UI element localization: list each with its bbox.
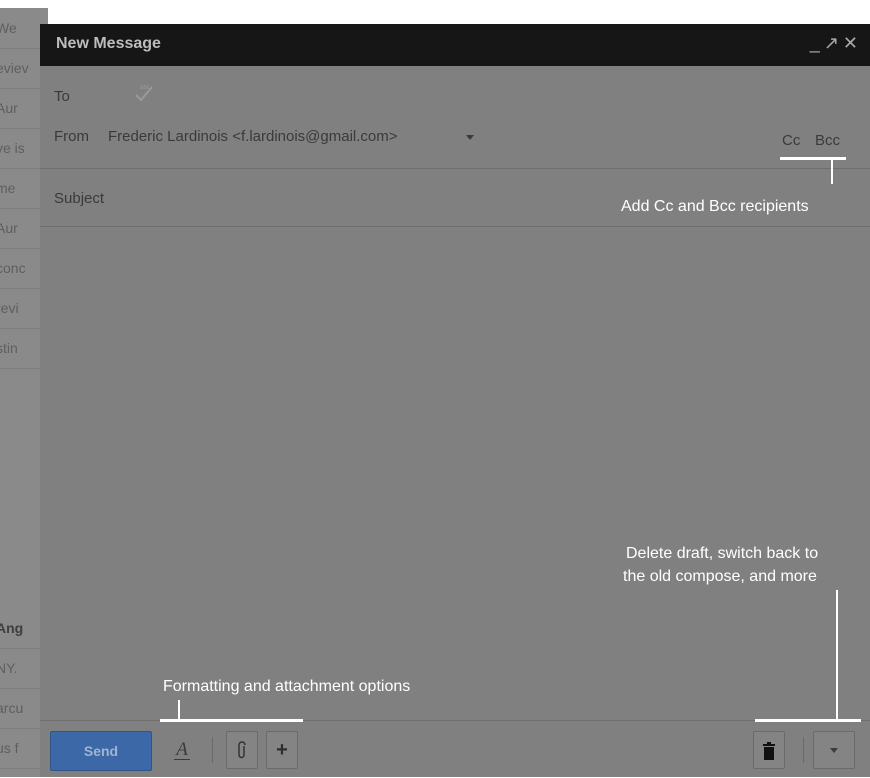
annotation-cc-bcc: Add Cc and Bcc recipients [621,198,809,215]
window-controls: _ ↗ ✕ [808,33,860,54]
minimize-icon[interactable]: _ [810,33,822,54]
annotation-options-line2: the old compose, and more [623,568,817,585]
annotation-leader [178,700,180,720]
subject-input[interactable] [54,186,594,210]
svg-text:abc: abc [140,85,150,91]
annotation-bracket [160,719,303,722]
cc-link[interactable]: Cc [782,132,800,149]
chevron-down-icon[interactable] [466,135,474,140]
message-body[interactable] [40,227,870,720]
annotation-leader [831,160,833,184]
popout-icon[interactable]: ↗ [824,33,841,54]
to-field[interactable]: To abc [40,80,870,120]
bcc-link[interactable]: Bcc [815,132,840,149]
insert-more-button[interactable]: + [266,731,298,769]
compose-window: New Message _ ↗ ✕ To abc From Frederic Lar… [40,24,870,777]
discard-draft-button[interactable] [753,731,785,769]
attach-button[interactable] [226,731,258,769]
paperclip-icon [238,741,246,758]
annotation-bracket [780,157,846,160]
trash-icon [763,741,775,760]
annotation-leader [836,590,838,720]
close-icon[interactable]: ✕ [843,33,860,54]
compose-toolbar: Send A + [40,720,870,778]
from-address[interactable]: Frederic Lardinois <f.lardinois@gmail.co… [108,128,398,145]
from-field[interactable]: From Frederic Lardinois <f.lardinois@gma… [40,124,870,169]
compose-title: New Message [56,35,161,52]
more-options-button[interactable] [813,731,855,769]
annotation-formatting: Formatting and attachment options [163,678,411,695]
formatting-options-button[interactable]: A [168,731,196,769]
to-label: To [54,88,70,105]
send-button[interactable]: Send [50,731,152,771]
from-label: From [54,128,89,145]
check-icon[interactable]: abc [130,82,160,104]
toolbar-divider [212,737,213,763]
annotation-options-line1: Delete draft, switch back to [626,545,819,562]
compose-title-bar[interactable]: New Message _ ↗ ✕ [40,24,870,66]
toolbar-divider [803,737,804,763]
annotation-bracket [755,719,861,722]
chevron-down-icon [830,748,838,753]
